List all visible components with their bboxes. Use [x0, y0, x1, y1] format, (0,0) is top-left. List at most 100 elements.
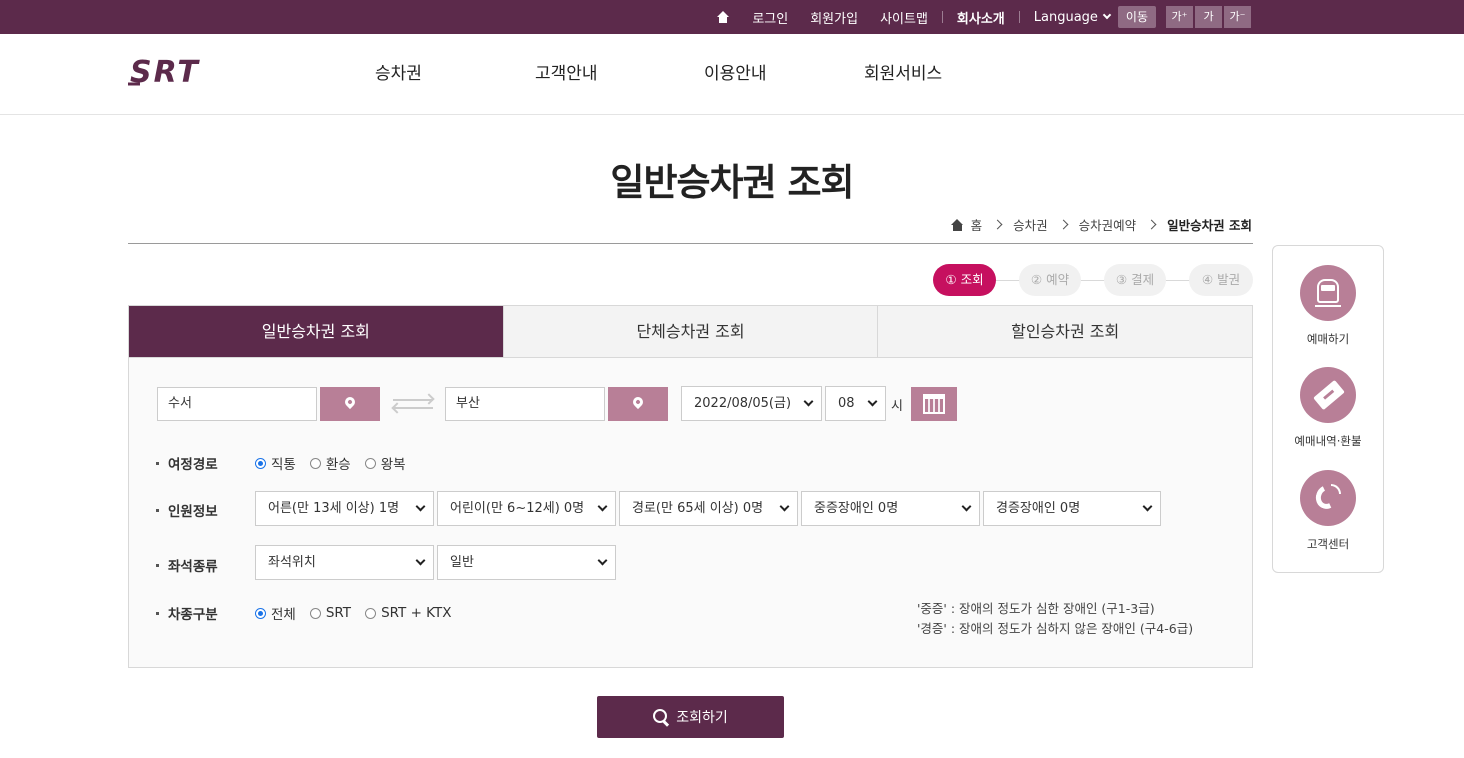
tab-general-ticket[interactable]: 일반승차권 조회 — [129, 306, 503, 358]
divider — [128, 243, 1253, 244]
ticket-type-tabs: 일반승차권 조회 단체승차권 조회 할인승차권 조회 — [128, 305, 1253, 358]
radio-label: 왕복 — [380, 457, 406, 473]
tab-discount-ticket[interactable]: 할인승차권 조회 — [877, 306, 1253, 358]
hour-unit-label: 시 — [891, 399, 903, 414]
train-srt-ktx-radio[interactable]: SRT + KTX — [365, 605, 451, 621]
quick-history-label: 예매내역·환불 — [1294, 434, 1362, 448]
step-search: ① 조회 — [933, 264, 996, 296]
srt-logo[interactable]: SRT — [128, 55, 238, 90]
arrival-station-button[interactable] — [608, 387, 668, 421]
quick-customer-center[interactable]: 고객센터 — [1273, 470, 1383, 552]
divider — [1018, 11, 1020, 23]
radio-unchecked-icon — [309, 607, 321, 619]
progress-steps: ① 조회 ② 예약 ③ 결제 ④ 발권 — [933, 264, 1253, 296]
train-icon — [1300, 265, 1356, 321]
home-icon — [950, 218, 964, 231]
departure-input[interactable]: 수서 — [157, 387, 317, 421]
svg-text:SRT: SRT — [130, 56, 200, 88]
signup-link[interactable]: 회원가입 — [810, 8, 858, 27]
seat-type-label-text: 좌석종류 — [168, 559, 218, 575]
tab-group-ticket[interactable]: 단체승차권 조회 — [502, 306, 878, 358]
breadcrumb-current: 일반승차권 조회 — [1167, 218, 1252, 233]
font-size-normal-button[interactable]: 가 — [1195, 6, 1222, 28]
chevron-down-icon — [1102, 10, 1112, 20]
nav-ticket[interactable]: 승차권 — [375, 34, 422, 115]
radio-checked-icon — [255, 607, 266, 619]
chevron-down-icon — [415, 501, 426, 512]
chevron-down-icon — [803, 396, 814, 407]
select-value: 경로(만 65세 이상) 0명 — [632, 501, 764, 516]
child-count-select[interactable]: 어린이(만 6~12세) 0명 — [437, 491, 616, 526]
passenger-label: 인원정보 — [156, 500, 218, 520]
search-form: 수서 부산 2022/08/05(금) 08 시 여정경로 직통 환승 왕복 인… — [128, 357, 1253, 668]
chevron-down-icon — [597, 555, 608, 566]
mild-disabled-count-select[interactable]: 경증장애인 0명 — [983, 491, 1161, 526]
select-value: 중증장애인 0명 — [814, 501, 899, 516]
quick-reserve-label: 예매하기 — [1306, 332, 1350, 346]
train-srt-radio[interactable]: SRT — [309, 605, 351, 621]
senior-count-select[interactable]: 경로(만 65세 이상) 0명 — [619, 491, 798, 526]
seat-position-select[interactable]: 좌석위치 — [255, 545, 434, 580]
swap-stations-icon[interactable] — [391, 393, 435, 414]
route-transfer-radio[interactable]: 환승 — [309, 453, 351, 473]
quick-reserve[interactable]: 예매하기 — [1273, 265, 1383, 347]
route-direct-radio[interactable]: 직통 — [255, 453, 296, 473]
home-icon[interactable] — [716, 10, 730, 24]
route-roundtrip-radio[interactable]: 왕복 — [364, 453, 406, 473]
route-radio-group: 직통 환승 왕복 — [255, 453, 420, 473]
language-select[interactable]: Language — [1034, 10, 1112, 25]
train-type-radio-group: 전체 SRT SRT + KTX — [255, 603, 465, 623]
chevron-down-icon — [867, 396, 878, 407]
chevron-down-icon — [415, 555, 426, 566]
step-payment: ③ 결제 — [1104, 264, 1166, 296]
breadcrumb-ticket[interactable]: 승차권 — [1013, 215, 1048, 234]
train-all-radio[interactable]: 전체 — [255, 603, 296, 623]
radio-checked-icon — [255, 457, 266, 469]
map-pin-icon — [342, 394, 358, 410]
chevron-right-icon — [992, 219, 1003, 230]
utility-bar: 로그인 회원가입 사이트맵 회사소개 Language 이동 가⁺ 가 가⁻ — [0, 0, 1464, 34]
step-issue: ④ 발권 — [1189, 264, 1253, 296]
nav-member-service[interactable]: 회원서비스 — [864, 34, 942, 115]
go-button[interactable]: 이동 — [1117, 6, 1156, 28]
font-size-up-button[interactable]: 가⁺ — [1166, 6, 1193, 28]
adult-count-select[interactable]: 어른(만 13세 이상) 1명 — [255, 491, 434, 526]
note-mild: '경증' : 장애의 정도가 심하지 않은 장애인 (구4-6급) — [917, 621, 1194, 636]
breadcrumb-reservation[interactable]: 승차권예약 — [1079, 215, 1137, 234]
chevron-down-icon — [779, 501, 790, 512]
sitemap-link[interactable]: 사이트맵 — [880, 8, 928, 27]
select-value: 경증장애인 0명 — [996, 501, 1081, 516]
calendar-icon — [923, 394, 945, 414]
arrival-input[interactable]: 부산 — [445, 387, 605, 421]
nav-usage-guide[interactable]: 이용안내 — [704, 34, 767, 115]
bullet-icon — [156, 508, 159, 512]
train-type-label: 차종구분 — [156, 603, 218, 623]
select-value: 어린이(만 6~12세) 0명 — [450, 501, 585, 516]
search-button[interactable]: 조회하기 — [597, 696, 784, 738]
breadcrumb-home[interactable]: 홈 — [971, 215, 983, 234]
select-value: 어른(만 13세 이상) 1명 — [268, 501, 400, 516]
utility-links: 로그인 회원가입 사이트맵 회사소개 Language 이동 가⁺ 가 가⁻ — [716, 0, 1253, 34]
route-label: 여정경로 — [156, 453, 218, 473]
note-severe: '중증' : 장애의 정도가 심한 장애인 (구1-3급) — [917, 601, 1155, 616]
radio-unchecked-icon — [364, 457, 376, 469]
font-size-down-button[interactable]: 가⁻ — [1224, 6, 1251, 28]
date-select[interactable]: 2022/08/05(금) — [681, 386, 822, 421]
radio-label: 환승 — [325, 457, 351, 473]
radio-unchecked-icon — [365, 607, 377, 619]
divider — [941, 11, 943, 23]
nav-customer-guide[interactable]: 고객안내 — [535, 34, 598, 115]
breadcrumb: 홈 승차권 승차권예약 일반승차권 조회 — [950, 215, 1252, 234]
departure-station-button[interactable] — [320, 387, 380, 421]
severe-disabled-count-select[interactable]: 중증장애인 0명 — [801, 491, 980, 526]
chevron-right-icon — [1058, 219, 1069, 230]
login-link[interactable]: 로그인 — [752, 8, 788, 27]
hour-select[interactable]: 08 — [825, 386, 886, 421]
calendar-button[interactable] — [911, 387, 957, 421]
quick-history-refund[interactable]: 예매내역·환불 — [1273, 367, 1383, 449]
company-link[interactable]: 회사소개 — [957, 8, 1005, 27]
seat-class-select[interactable]: 일반 — [437, 545, 616, 580]
bullet-icon — [156, 461, 159, 465]
radio-label: 전체 — [271, 607, 296, 623]
radio-label: 직통 — [271, 457, 296, 473]
